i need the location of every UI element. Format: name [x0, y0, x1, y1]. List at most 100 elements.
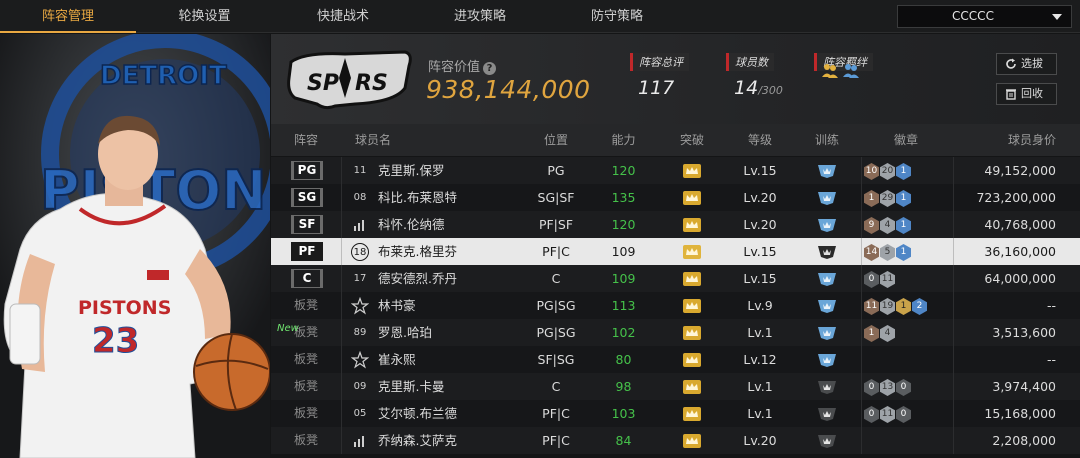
tab-offense-strategy[interactable]: 进攻策略 — [413, 0, 547, 33]
lineup-slot-badge: SG — [291, 188, 323, 207]
badge-list[interactable]: 0 11 0 — [864, 404, 912, 423]
player-name[interactable]: 罗恩.哈珀 — [378, 319, 432, 346]
badge-icon: 13 — [880, 379, 895, 396]
table-row[interactable]: SG 08 科比.布莱恩特 SG|SF 135 Lv.20 1 29 1 723,200,000 — [271, 184, 1080, 211]
player-name[interactable]: 布莱克.格里芬 — [378, 238, 457, 265]
player-name[interactable]: 克里斯.保罗 — [378, 157, 444, 184]
lineup-slot-badge: C — [291, 269, 323, 288]
player-name[interactable]: 科怀.伦纳德 — [378, 211, 444, 238]
badge-icon: 0 — [864, 406, 879, 423]
crown-icon[interactable] — [683, 407, 701, 421]
player-name[interactable]: 林书豪 — [378, 292, 416, 319]
tab-defense-strategy[interactable]: 防守策略 — [547, 0, 687, 33]
player-name[interactable]: 科比.布莱恩特 — [378, 184, 457, 211]
recycle-button[interactable]: 回收 — [996, 83, 1057, 105]
crown-icon[interactable] — [683, 218, 701, 232]
table-row[interactable]: PG 11 克里斯.保罗 PG 120 Lv.15 10 20 1 49,152,000 — [271, 157, 1080, 184]
col-training[interactable]: 训练 — [788, 124, 866, 156]
training-icon[interactable] — [817, 433, 837, 449]
crown-icon[interactable] — [683, 299, 701, 313]
badge-icon: 1 — [896, 163, 911, 180]
crown-icon[interactable] — [683, 164, 701, 178]
training-icon[interactable] — [817, 325, 837, 341]
signal-icon — [354, 436, 364, 447]
divider — [953, 211, 954, 238]
select-button[interactable]: 选拔 — [996, 53, 1057, 75]
bond-blue-icon[interactable] — [842, 61, 860, 79]
training-icon[interactable] — [817, 271, 837, 287]
tab-lineup-management[interactable]: 阵容管理 — [0, 0, 136, 33]
crown-icon[interactable] — [683, 353, 701, 367]
jersey-number: 23 — [92, 321, 139, 361]
table-row[interactable]: SF 科怀.伦纳德 PF|SF 120 Lv.20 9 4 1 40,768,000 — [271, 211, 1080, 238]
badge-icon: 9 — [864, 217, 879, 234]
training-icon[interactable] — [817, 406, 837, 422]
player-ability: 113 — [611, 298, 636, 313]
player-ability: 120 — [611, 163, 636, 178]
jersey-number: 08 — [353, 192, 367, 203]
bond-gold-icon[interactable] — [821, 61, 839, 79]
crown-icon[interactable] — [683, 191, 701, 205]
col-badges[interactable]: 徽章 — [861, 124, 951, 156]
select-button-label: 选拔 — [1021, 57, 1043, 70]
table-row[interactable]: C 17 德安德烈.乔丹 C 109 Lv.15 0 11 64,000,000 — [271, 265, 1080, 292]
tab-rotation-settings[interactable]: 轮换设置 — [136, 0, 273, 33]
training-icon[interactable] — [817, 379, 837, 395]
player-name[interactable]: 克里斯.卡曼 — [378, 373, 444, 400]
help-icon[interactable]: ? — [483, 62, 497, 75]
badge-list[interactable]: 0 11 — [864, 269, 896, 288]
training-icon[interactable] — [817, 190, 837, 206]
badge-list[interactable]: 1 29 1 — [864, 188, 912, 207]
overall-rating: 阵容总评 117 — [630, 53, 689, 99]
table-row[interactable]: 板凳 林书豪 PG|SG 113 Lv.9 11 19 1 2 -- — [271, 292, 1080, 319]
badge-list[interactable]: 14 — [864, 323, 896, 342]
team-dropdown[interactable]: CCCCC — [897, 5, 1072, 28]
divider — [953, 157, 954, 184]
divider — [953, 346, 954, 373]
divider — [861, 211, 862, 238]
jersey-number: 18 — [351, 243, 369, 261]
divider — [861, 400, 862, 427]
badge-list[interactable]: 11 19 1 2 — [864, 296, 928, 315]
player-name[interactable]: 艾尔顿.布兰德 — [378, 400, 457, 427]
training-icon[interactable] — [817, 352, 837, 368]
divider — [861, 157, 862, 184]
tab-quick-tactics[interactable]: 快捷战术 — [273, 0, 413, 33]
badge-icon: 0 — [896, 406, 911, 423]
divider — [341, 400, 342, 427]
star-icon — [351, 351, 369, 369]
table-row[interactable]: 板凳 崔永熙 SF|SG 80 Lv.12 -- — [271, 346, 1080, 373]
player-ability: 103 — [611, 406, 636, 421]
badge-list[interactable]: 10 20 1 — [864, 161, 912, 180]
table-row[interactable]: PF 18 布莱克.格里芬 PF|C 109 Lv.15 14 5 1 36,160,000 — [271, 238, 1080, 265]
crown-icon[interactable] — [683, 272, 701, 286]
training-icon[interactable] — [817, 244, 837, 260]
crown-icon[interactable] — [683, 245, 701, 259]
crown-icon[interactable] — [683, 326, 701, 340]
table-row[interactable]: 板凳 09 克里斯.卡曼 C 98 Lv.1 0 13 0 3,974,400 — [271, 373, 1080, 400]
table-row[interactable]: 板凳 89 罗恩.哈珀 PG|SG 102 Lv.1 1 4 3,513,600 — [271, 319, 1080, 346]
player-ability: 109 — [611, 271, 636, 286]
training-icon[interactable] — [817, 163, 837, 179]
bench-label: 板凳 — [293, 298, 318, 312]
divider — [341, 319, 342, 346]
player-name[interactable]: 德安德烈.乔丹 — [378, 265, 457, 292]
badge-list[interactable]: 0 13 0 — [864, 377, 912, 396]
player-value: 64,000,000 — [984, 271, 1056, 286]
badge-list[interactable]: 14 5 1 — [864, 242, 912, 261]
jersey-number: 89 — [353, 327, 367, 338]
player-name[interactable]: 乔纳森.艾萨克 — [378, 427, 457, 454]
badge-list[interactable]: 941 — [864, 215, 912, 234]
training-icon[interactable] — [817, 217, 837, 233]
lineup-value-label: 阵容价值? — [428, 56, 497, 75]
badge-icon: 11 — [880, 406, 895, 423]
player-level: Lv.15 — [743, 271, 777, 286]
table-row[interactable]: 板凳 05 艾尔顿.布兰德 PF|C 103 Lv.1 0 11 0 15,168,000 — [271, 400, 1080, 427]
player-name[interactable]: 崔永熙 — [378, 346, 416, 373]
crown-icon[interactable] — [683, 380, 701, 394]
table-row[interactable]: 板凳 乔纳森.艾萨克 PF|C 84 Lv.20 2,208,000 — [271, 427, 1080, 454]
jersey-number: 05 — [353, 408, 367, 419]
training-icon[interactable] — [817, 298, 837, 314]
badge-icon: 10 — [864, 163, 879, 180]
crown-icon[interactable] — [683, 434, 701, 448]
